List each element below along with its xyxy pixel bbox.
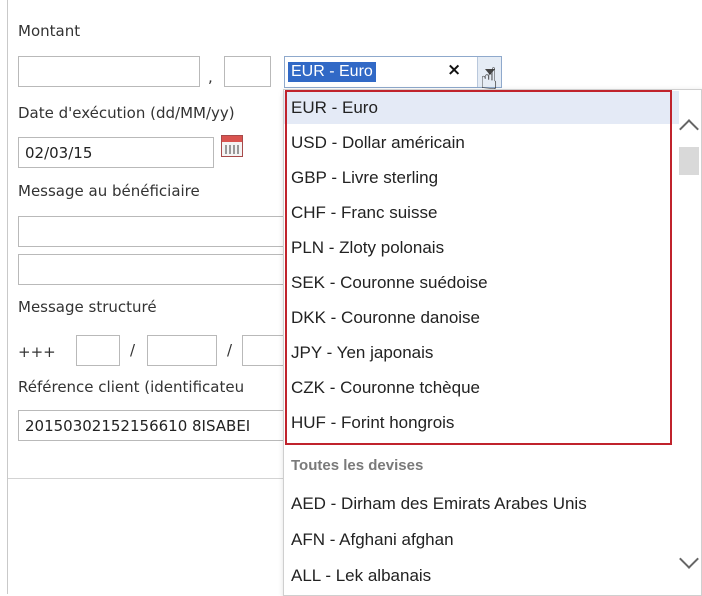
structured-part-2-input[interactable] — [147, 335, 217, 366]
structured-slash-2: / — [227, 341, 233, 359]
message-line-2-input[interactable] — [18, 254, 286, 285]
amount-decimal-input[interactable] — [224, 56, 271, 87]
currency-selected-value: EUR - Euro — [288, 62, 376, 82]
structured-part-3-input[interactable] — [242, 335, 288, 366]
currency-option-chf[interactable]: CHF - Franc suisse — [284, 196, 679, 229]
message-label: Message au bénéficiaire — [18, 182, 200, 200]
structured-part-1-input[interactable] — [76, 335, 120, 366]
currency-option-all[interactable]: ALL - Lek albanais — [284, 559, 679, 592]
amount-integer-input[interactable] — [18, 56, 200, 87]
currency-option-usd[interactable]: USD - Dollar américain — [284, 126, 679, 159]
currency-option-czk[interactable]: CZK - Couronne tchèque — [284, 371, 679, 404]
message-line-1-input[interactable] — [18, 216, 286, 247]
scrollbar-thumb[interactable] — [679, 147, 699, 175]
reference-label: Référence client (identificateu — [18, 378, 245, 396]
currency-dropdown-list[interactable]: EUR - Euro USD - Dollar américain GBP - … — [283, 89, 702, 596]
currency-select[interactable]: EUR - Euro × — [284, 56, 502, 88]
form-divider — [8, 478, 290, 479]
decimal-separator: , — [208, 68, 213, 86]
currency-option-huf[interactable]: HUF - Forint hongrois — [284, 406, 679, 439]
date-label: Date d'exécution (dd/MM/yy) — [18, 104, 235, 122]
currency-option-afn[interactable]: AFN - Afghani afghan — [284, 523, 679, 556]
currency-option-dkk[interactable]: DKK - Couronne danoise — [284, 301, 679, 334]
date-value: 02/03/15 — [25, 144, 93, 162]
structured-slash-1: / — [130, 341, 136, 359]
currency-option-aed[interactable]: AED - Dirham des Emirats Arabes Unis — [284, 487, 679, 520]
close-icon[interactable]: × — [447, 60, 461, 80]
all-currencies-group-label: Toutes les devises — [291, 457, 424, 474]
structured-message-label: Message structuré — [18, 298, 157, 316]
currency-option-gbp[interactable]: GBP - Livre sterling — [284, 161, 679, 194]
currency-option-eur[interactable]: EUR - Euro — [284, 91, 679, 124]
currency-option-sek[interactable]: SEK - Couronne suédoise — [284, 266, 679, 299]
date-input[interactable]: 02/03/15 — [18, 137, 214, 168]
calendar-icon[interactable] — [221, 135, 243, 157]
currency-option-jpy[interactable]: JPY - Yen japonais — [284, 336, 679, 369]
amount-label: Montant — [18, 22, 81, 40]
structured-prefix: +++ — [18, 343, 56, 361]
currency-option-pln[interactable]: PLN - Zloty polonais — [284, 231, 679, 264]
reference-value: 20150302152156610 8ISABEI — [25, 417, 251, 435]
reference-input[interactable]: 20150302152156610 8ISABEI — [18, 410, 290, 441]
